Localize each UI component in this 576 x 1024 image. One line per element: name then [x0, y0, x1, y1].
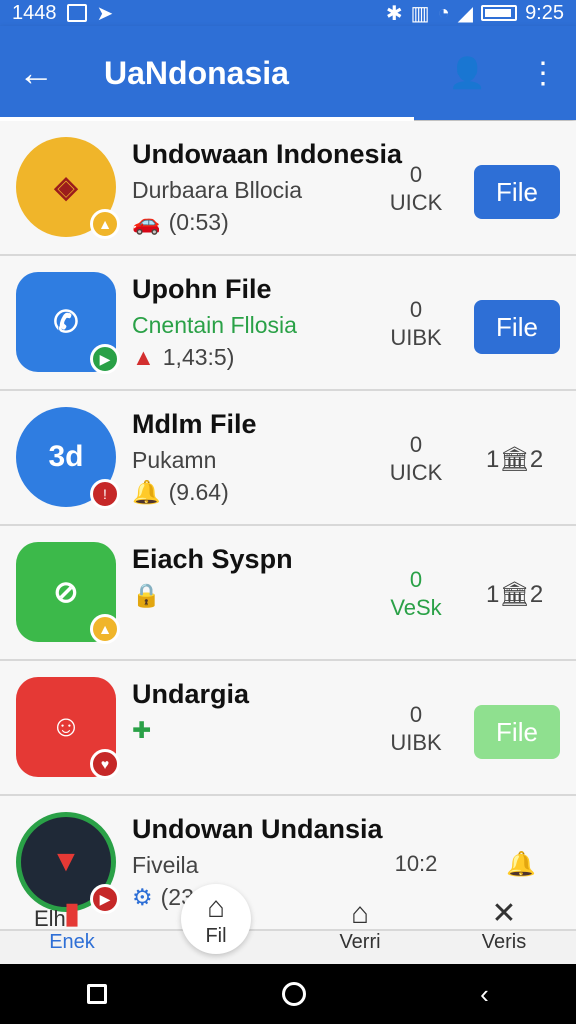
warning-badge-icon: ▲: [90, 614, 120, 644]
stat-value: 0: [409, 702, 423, 727]
item-meta-text: (9.64): [168, 479, 229, 505]
stat-label: UIBK: [390, 730, 442, 755]
item-count: 1🏛2: [486, 581, 544, 608]
app-list: ◈ ▲ Undowaan Indonesia Durbaara Bllocia …: [0, 121, 576, 931]
heart-badge-icon: ♥: [90, 749, 120, 779]
play-badge-icon: ▶: [90, 344, 120, 374]
vibrate-icon: ▥: [410, 2, 430, 25]
account-icon[interactable]: 👤: [449, 56, 486, 91]
list-item[interactable]: ✆ ▶ Upohn File Cnentain Fllosia ▲ 1,43:5)…: [0, 256, 576, 391]
item-stat: 0 UICK: [376, 431, 456, 487]
stat-value: 0: [409, 162, 423, 187]
nav-label: Veris: [481, 931, 527, 953]
house-lock-icon: ⌂: [350, 897, 370, 930]
item-stat: 10:2: [376, 850, 456, 878]
item-subtitle: Cnentain Fllosia: [132, 312, 297, 338]
nav-item-verri[interactable]: ⌂ Verri: [288, 884, 432, 962]
nav-item-enek[interactable]: ▮ Enek: [0, 884, 144, 962]
item-stat: 0 VeSk: [376, 566, 456, 622]
recents-icon[interactable]: [87, 984, 108, 1004]
list-item[interactable]: ☺ ♥ Undargia ✚ 0 UIBK File: [0, 661, 576, 796]
file-button[interactable]: File: [474, 705, 560, 759]
stat-value: 0: [409, 297, 423, 322]
car-icon: 🚗: [132, 209, 161, 235]
item-name: Eiach Syspn: [132, 544, 293, 574]
signal-icon: ◢: [457, 2, 474, 25]
nav-label: Verri: [339, 931, 381, 953]
item-name: Undowan Undansia: [132, 814, 383, 844]
item-name: Upohn File: [132, 274, 272, 304]
nav-item-veris[interactable]: ✕ Veris: [432, 884, 576, 962]
item-name: Mdlm File: [132, 409, 257, 439]
stat-label: UIBK: [390, 325, 442, 350]
photo-icon: [66, 4, 87, 22]
status-bar: 1448 ➤ ✱ ▥ ◔ ◢ 9:25: [0, 0, 576, 26]
item-stat: 0 UIBK: [376, 296, 456, 352]
item-meta-text: 1,43:5): [162, 344, 235, 370]
file-button[interactable]: File: [474, 165, 560, 219]
item-stat: 0 UIBK: [376, 701, 456, 757]
stat-value: 0: [409, 432, 423, 457]
book-icon: ▮: [63, 897, 81, 930]
item-meta-text: (0:53): [168, 209, 229, 235]
app-bar: ← UaNdonasia 👤 ⋮: [0, 26, 576, 120]
item-meta: ▲ 1,43:5): [132, 344, 234, 371]
item-subtitle: Fiveila: [132, 852, 199, 878]
bell-icon: 🔔: [132, 479, 161, 505]
status-time-right: 9:25: [525, 1, 564, 24]
send-icon: ➤: [96, 2, 114, 25]
item-meta: 🔔 (9.64): [132, 479, 229, 506]
alert-badge-icon: !: [90, 479, 120, 509]
stat-value: 0: [409, 567, 423, 592]
item-name: Undowaan Indonesia: [132, 139, 403, 169]
battery-icon: [481, 5, 518, 21]
list-item[interactable]: 3d ! Mdlm File Pukamn 🔔 (9.64) 0 UICK 1🏛2: [0, 391, 576, 526]
stat-label: UICK: [389, 460, 443, 485]
bluetooth-icon: ✱: [385, 2, 403, 25]
item-meta: ✚: [132, 717, 151, 744]
puzzle-person-icon: ✚: [132, 717, 152, 743]
tools-icon: ✕: [491, 897, 517, 930]
lock-person-icon: 🔒: [132, 582, 161, 608]
stat-value: 10:2: [394, 851, 438, 876]
app-title: UaNdonasia: [104, 54, 289, 91]
item-subtitle: Pukamn: [132, 447, 217, 473]
more-options-icon[interactable]: ⋮: [528, 56, 558, 91]
back-arrow-icon[interactable]: ←: [18, 52, 58, 94]
item-stat: 0 UICK: [376, 161, 456, 217]
status-time-left: 1448: [12, 1, 57, 24]
bell-icon[interactable]: 🔔: [506, 850, 536, 879]
stat-label: UICK: [389, 190, 443, 215]
warning-badge-icon: ▲: [90, 209, 120, 239]
nav-label: Fil: [205, 924, 227, 947]
item-meta: 🚗 (0:53): [132, 209, 229, 236]
back-icon[interactable]: ‹: [480, 979, 489, 1010]
file-button[interactable]: File: [474, 300, 560, 354]
list-item[interactable]: ◈ ▲ Undowaan Indonesia Durbaara Bllocia …: [0, 121, 576, 256]
home-icon: ⌂: [206, 890, 226, 924]
system-nav: ‹: [0, 964, 576, 1024]
home-button-icon[interactable]: [281, 982, 306, 1006]
item-name: Undargia: [132, 679, 250, 709]
item-subtitle: Durbaara Bllocia: [132, 177, 303, 203]
item-meta: 🔒: [132, 582, 161, 609]
nav-label: Enek: [49, 931, 95, 953]
partial-row-label: Elh: [34, 906, 66, 931]
bottom-nav: ▮ Enek ⌂ Fil ⌂ Verri ✕ Veris: [0, 884, 576, 962]
wifi-icon: ◔: [437, 1, 450, 24]
alert-icon: ▲: [132, 344, 155, 370]
nav-item-fil[interactable]: ⌂ Fil: [144, 884, 288, 962]
item-count: 1🏛2: [486, 446, 544, 473]
stat-label: VeSk: [390, 595, 442, 620]
list-item[interactable]: ⊘ ▲ Eiach Syspn 🔒 0 VeSk 1🏛2: [0, 526, 576, 661]
